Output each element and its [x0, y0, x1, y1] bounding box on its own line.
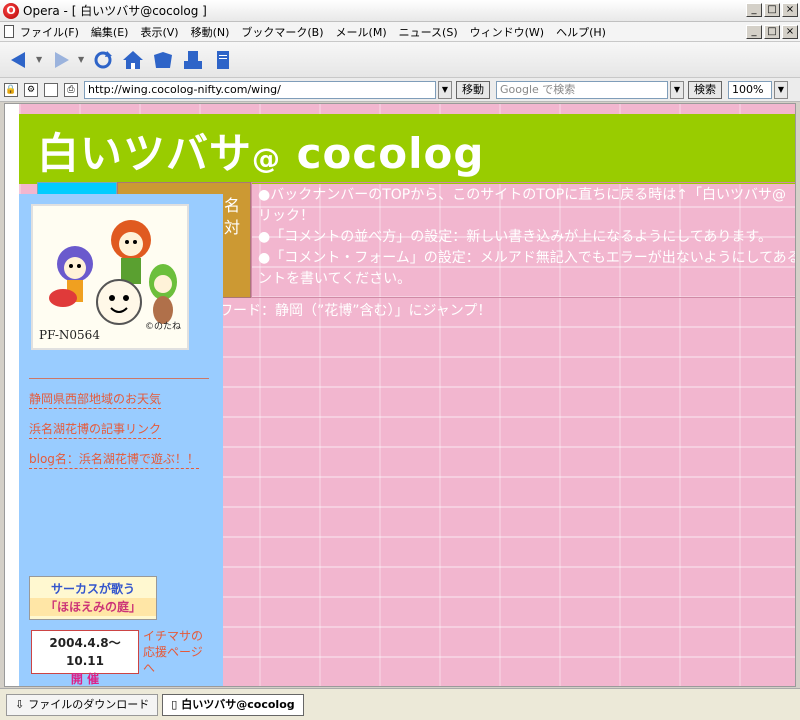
- blog-title[interactable]: 白いツバサ@ cocolog: [37, 120, 484, 181]
- expo-banner-open: 開 催: [70, 672, 100, 686]
- maximize-button[interactable]: □: [764, 3, 780, 17]
- minimize-button[interactable]: _: [746, 3, 762, 17]
- title-bar: O Opera - [ 白いツバサ@cocolog ] _ □ ×: [0, 0, 800, 22]
- orange-text-line-2: 対: [223, 218, 240, 237]
- opera-logo-icon: O: [3, 2, 19, 19]
- circus-banner-line-1: サーカスが歌う: [50, 582, 135, 596]
- menu-view[interactable]: 表示(V): [140, 24, 178, 40]
- navigation-toolbar: ▼ ▼: [0, 42, 800, 78]
- page-viewport[interactable]: 白いツバサ@ cocolog 名 対 ●バックナンバーのTOPから、このサイトの…: [4, 103, 796, 687]
- mascot-copyright: ©のたね: [144, 322, 181, 332]
- menu-navigate[interactable]: 移動(N): [191, 24, 230, 40]
- keyword-jump-text: ーワード：静岡（”花博”含む）」にジャンプ！: [205, 303, 492, 319]
- hotlist-icon[interactable]: [150, 47, 176, 73]
- circus-banner[interactable]: サーカスが歌う 「ほほえみの庭」: [29, 576, 157, 620]
- zoom-select[interactable]: 100%: [728, 80, 772, 99]
- forward-icon[interactable]: [48, 47, 74, 73]
- circus-banner-line-2: 「ほほえみの庭」: [30, 598, 156, 616]
- page-tab-icon: ▯: [171, 697, 178, 711]
- menu-bookmarks[interactable]: ブックマーク(B): [241, 24, 323, 40]
- document-window-controls: _ □ ×: [746, 25, 798, 39]
- page-icon[interactable]: [210, 47, 236, 73]
- ichimasa-support-link[interactable]: イチマサの応援ページへ: [143, 628, 209, 676]
- mascot-image: ©のたね PF-N0564: [31, 204, 189, 350]
- header-cell-orange-text: 名 対: [224, 195, 240, 239]
- sidebar-divider: [29, 378, 209, 379]
- menu-edit[interactable]: 編集(E): [91, 24, 129, 40]
- menu-news[interactable]: ニュース(S): [399, 24, 458, 40]
- page-tab-label: 白いツバサ@cocolog: [181, 697, 295, 711]
- home-icon[interactable]: [120, 47, 146, 73]
- back-icon[interactable]: [6, 47, 32, 73]
- orange-text-line-1: 名: [223, 196, 240, 215]
- new-page-icon[interactable]: [44, 82, 58, 97]
- download-icon: ⇩: [15, 697, 25, 711]
- mascot-caption: PF-N0564: [39, 328, 100, 342]
- tab-bar: ⇩ ファイルのダウンロード ▯ 白いツバサ@cocolog: [0, 688, 800, 720]
- address-toolbar: 🔒 ⚙ ⎙ http://wing.cocolog-nifty.com/wing…: [0, 78, 800, 102]
- forward-dropdown-icon[interactable]: ▼: [78, 55, 86, 64]
- doc-close-button[interactable]: ×: [782, 25, 798, 39]
- security-lock-icon[interactable]: 🔒: [4, 82, 18, 97]
- blog-header: 白いツバサ@ cocolog: [19, 114, 795, 184]
- notice-line-3: ●「コメント・フォーム」の設定：メルアド無記入でもエラーが出ないようにしてあるの…: [258, 250, 796, 266]
- blog-title-main: 白いツバサ: [37, 129, 253, 178]
- weather-link[interactable]: 静岡県西部地域のお天気: [29, 390, 162, 409]
- left-sidebar: ©のたね PF-N0564 静岡県西部地域のお天気 浜名湖花博の記事リンク bl…: [19, 194, 223, 686]
- expo-articles-link[interactable]: 浜名湖花博の記事リンク: [29, 420, 162, 439]
- doc-restore-button[interactable]: □: [764, 25, 780, 39]
- menu-mail[interactable]: メール(M): [336, 24, 387, 40]
- page-tab-active[interactable]: ▯ 白いツバサ@cocolog: [162, 693, 304, 716]
- menu-help[interactable]: ヘルプ(H): [556, 24, 606, 40]
- printer-small-icon[interactable]: ⎙: [64, 82, 78, 97]
- menu-file[interactable]: ファイル(F): [20, 24, 79, 40]
- notice-box: ●バックナンバーのTOPから、このサイトのTOPに直ちに戻る時は↑「白いツバサ@…: [251, 182, 796, 298]
- menu-bar: ファイル(F) 編集(E) 表示(V) 移動(N) ブックマーク(B) メール(…: [0, 22, 800, 42]
- expo-banner[interactable]: 2004.4.8～10.11 開 催: [31, 630, 139, 686]
- blog-name-link[interactable]: blog名：浜名湖花博で遊ぶ！！: [29, 450, 199, 469]
- notice-line-3-tail: ントを書いてください。: [258, 271, 412, 287]
- address-input[interactable]: http://wing.cocolog-nifty.com/wing/: [84, 80, 436, 99]
- downloads-tab[interactable]: ⇩ ファイルのダウンロード: [6, 693, 159, 716]
- search-input[interactable]: Google で検索: [496, 80, 668, 99]
- go-button[interactable]: 移動: [456, 80, 490, 99]
- notice-line-1-tail: リック！: [258, 208, 314, 224]
- address-dropdown-icon[interactable]: ▼: [438, 80, 452, 99]
- menu-window[interactable]: ウィンドウ(W): [470, 24, 544, 40]
- print-icon[interactable]: [180, 47, 206, 73]
- notice-line-1: ●バックナンバーのTOPから、このサイトのTOPに直ちに戻る時は↑「白いツバサ@: [258, 187, 786, 203]
- blog-title-tail: cocolog: [281, 129, 485, 178]
- blog-title-at: @: [252, 142, 282, 175]
- doc-minimize-button[interactable]: _: [746, 25, 762, 39]
- search-engine-dropdown-icon[interactable]: ▼: [670, 80, 684, 99]
- close-button[interactable]: ×: [782, 3, 798, 17]
- document-icon: [4, 25, 14, 38]
- reload-icon[interactable]: [90, 47, 116, 73]
- downloads-tab-label: ファイルのダウンロード: [28, 697, 150, 711]
- expo-banner-dates: 2004.4.8～10.11: [49, 636, 121, 668]
- window-title: Opera - [ 白いツバサ@cocolog ]: [23, 4, 207, 18]
- window-controls: _ □ ×: [746, 3, 798, 17]
- search-button[interactable]: 検索: [688, 80, 722, 99]
- back-dropdown-icon[interactable]: ▼: [36, 55, 44, 64]
- settings-icon[interactable]: ⚙: [24, 82, 38, 97]
- notice-line-2: ●「コメントの並べ方」の設定：新しい書き込みが上になるようにしてあります。: [258, 229, 772, 245]
- zoom-dropdown-icon[interactable]: ▼: [774, 80, 788, 99]
